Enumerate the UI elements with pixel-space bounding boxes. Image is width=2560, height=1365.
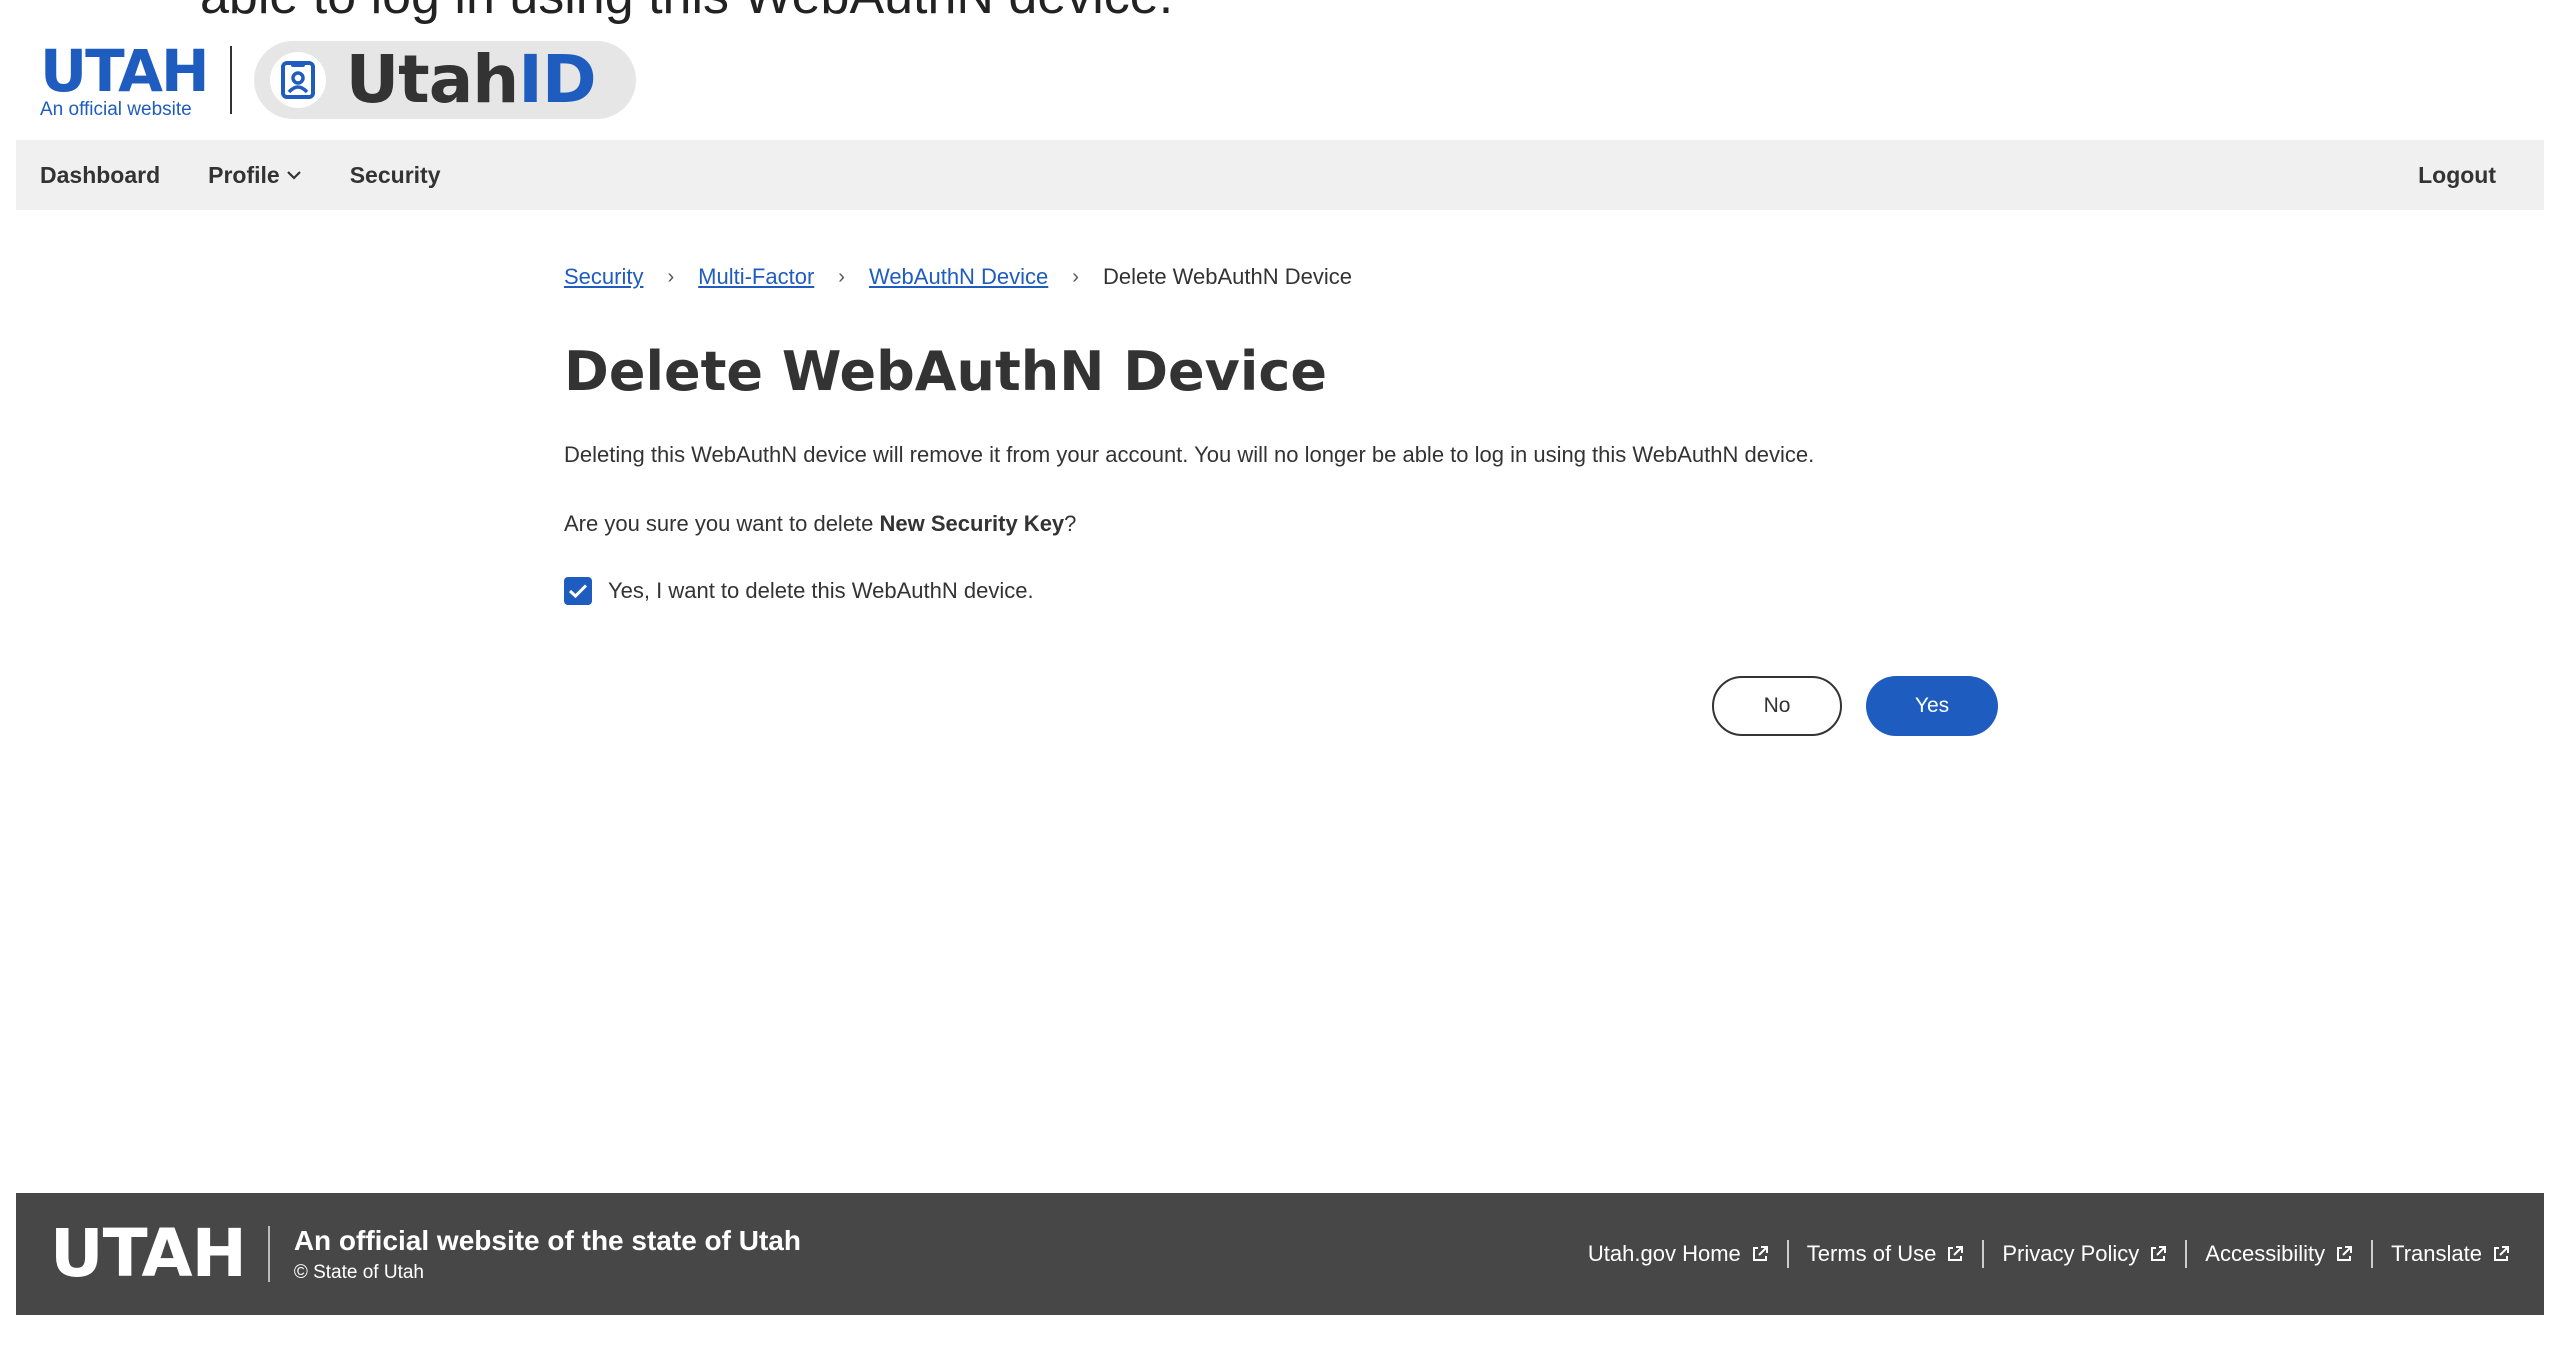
footer-link-label: Terms of Use — [1806, 1241, 1937, 1266]
footer-link-label: Privacy Policy — [2002, 1241, 2140, 1266]
action-buttons: No Yes — [1712, 676, 1998, 736]
footer-link-accessibility[interactable]: Accessibility — [2205, 1241, 2353, 1267]
footer-link-privacy-policy[interactable]: Privacy Policy — [2002, 1241, 2167, 1267]
footer-link-translate[interactable]: Translate — [2391, 1241, 2510, 1267]
breadcrumb: Security › Multi-Factor › WebAuthN Devic… — [564, 240, 2004, 314]
no-button[interactable]: No — [1712, 676, 1842, 736]
delete-description: Deleting this WebAuthN device will remov… — [564, 442, 1815, 468]
footer-link-separator — [2371, 1240, 2374, 1268]
nav-dashboard[interactable]: Dashboard — [40, 162, 160, 189]
footer-link-separator — [2185, 1240, 2188, 1268]
logout-button[interactable]: Logout — [2418, 162, 2496, 189]
footer-link-label: Translate — [2391, 1241, 2482, 1266]
question-prefix: Are you sure you want to delete — [564, 510, 880, 536]
footer-divider — [267, 1226, 270, 1282]
utahid-suffix: ID — [518, 41, 596, 118]
main-content: Security › Multi-Factor › WebAuthN Devic… — [564, 240, 2004, 736]
footer-links: Utah.gov Home Terms of Use Privacy Polic… — [1588, 1240, 2510, 1268]
external-link-icon — [1946, 1245, 1964, 1263]
question-suffix: ? — [1064, 510, 1077, 536]
confirm-label[interactable]: Yes, I want to delete this WebAuthN devi… — [608, 578, 1034, 604]
utahid-wordmark: UtahID — [346, 47, 597, 113]
site-header: UTAH An official website UtahID — [16, 36, 2544, 124]
utahid-logo[interactable]: UtahID — [253, 41, 636, 119]
footer-link-label: Accessibility — [2205, 1241, 2326, 1266]
footer-copyright: © State of Utah — [293, 1261, 424, 1283]
external-link-icon — [2335, 1245, 2353, 1263]
device-name: New Security Key — [879, 510, 1065, 536]
breadcrumb-separator: › — [838, 265, 845, 288]
breadcrumb-separator: › — [667, 265, 675, 288]
site-footer: UTAH An official website of the state of… — [16, 1193, 2544, 1315]
page-title: Delete WebAuthN Device — [564, 340, 1328, 403]
breadcrumb-webauthn-device[interactable]: WebAuthN Device — [869, 264, 1048, 290]
breadcrumb-multi-factor[interactable]: Multi-Factor — [698, 264, 814, 290]
confirm-checkbox[interactable] — [564, 576, 592, 605]
breadcrumb-separator: › — [1072, 265, 1079, 288]
id-card-icon — [269, 52, 326, 108]
confirm-row: Yes, I want to delete this WebAuthN devi… — [564, 576, 2004, 605]
main-nav: Dashboard Profile Security Logout — [16, 140, 2544, 210]
logo-divider — [229, 46, 232, 114]
footer-link-label: Utah.gov Home — [1587, 1241, 1741, 1266]
footer-text: An official website of the state of Utah… — [294, 1224, 801, 1284]
utah-logo-subtitle: An official website — [40, 98, 192, 120]
breadcrumb-security[interactable]: Security — [564, 264, 643, 290]
overlay-caption: able to log in using this WebAuthN devic… — [200, 0, 1173, 22]
nav-profile-label: Profile — [208, 161, 280, 188]
breadcrumb-current: Delete WebAuthN Device — [1102, 264, 1353, 289]
external-link-icon — [1751, 1245, 1769, 1263]
nav-security[interactable]: Security — [350, 162, 441, 189]
footer-link-terms-of-use[interactable]: Terms of Use — [1807, 1241, 1965, 1267]
yes-button[interactable]: Yes — [1866, 676, 1998, 736]
footer-official-text: An official website of the state of Utah — [293, 1225, 801, 1257]
chevron-down-icon — [286, 169, 302, 181]
checkmark-icon — [568, 584, 588, 598]
external-link-icon — [2149, 1245, 2167, 1263]
footer-utah-logo[interactable]: UTAH — [50, 1221, 247, 1287]
delete-question: Are you sure you want to delete New Secu… — [564, 510, 2004, 539]
nav-profile[interactable]: Profile — [208, 162, 302, 189]
footer-link-utah-gov-home[interactable]: Utah.gov Home — [1588, 1241, 1769, 1267]
utah-logo[interactable]: UTAH An official website — [40, 36, 210, 120]
footer-link-separator — [1982, 1240, 1985, 1268]
footer-link-separator — [1786, 1240, 1789, 1268]
utahid-prefix: Utah — [345, 41, 520, 118]
external-link-icon — [2492, 1245, 2510, 1263]
utah-logo-text: UTAH — [40, 36, 210, 105]
